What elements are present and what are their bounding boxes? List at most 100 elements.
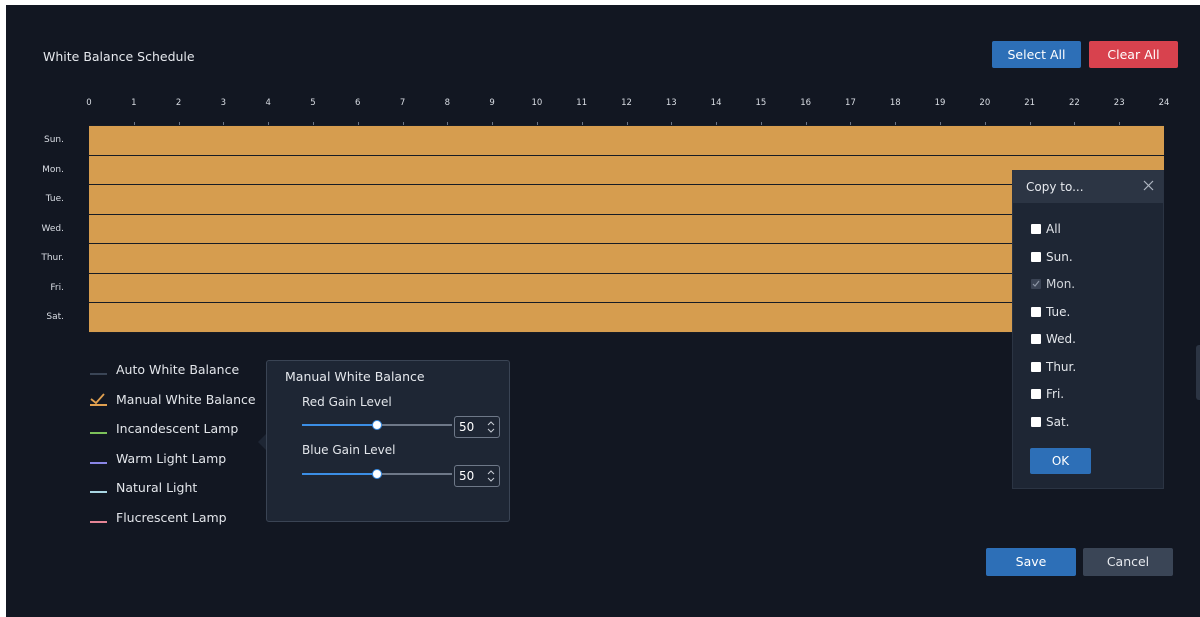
copy-option[interactable]: All (1031, 222, 1061, 236)
legend-item[interactable]: Natural Light (90, 473, 256, 503)
checkbox[interactable] (1031, 416, 1041, 427)
hour-label: 21 (1024, 98, 1036, 108)
legend-label: Incandescent Lamp (116, 421, 239, 437)
day-label: Sun. (44, 135, 64, 145)
schedule-row[interactable] (89, 126, 1164, 156)
legend-label: Flucrescent Lamp (116, 509, 227, 525)
legend-item[interactable]: Warm Light Lamp (90, 444, 256, 474)
hour-label: 15 (755, 98, 767, 108)
blue-gain-knob[interactable] (372, 469, 382, 479)
legend-swatch (90, 491, 107, 494)
copy-option[interactable]: Sun. (1031, 250, 1073, 264)
schedule-row[interactable] (89, 244, 1164, 274)
copy-option-label: All (1046, 222, 1061, 236)
day-label: Tue. (45, 194, 64, 204)
hour-label: 17 (845, 98, 856, 108)
copy-option-label: Sat. (1046, 414, 1070, 429)
hour-label: 5 (310, 98, 316, 108)
schedule-row[interactable] (89, 273, 1164, 303)
panel-pointer (258, 434, 266, 450)
hour-label: 7 (399, 98, 406, 108)
cancel-button[interactable]: Cancel (1083, 548, 1173, 576)
legend-item[interactable]: Incandescent Lamp (90, 414, 256, 444)
copy-option-label: Tue. (1046, 304, 1071, 319)
hour-label: 3 (220, 98, 227, 108)
checkbox[interactable] (1031, 306, 1041, 317)
red-gain-slider[interactable] (302, 418, 452, 432)
hour-label: 18 (889, 98, 901, 108)
hour-label: 8 (444, 98, 451, 108)
checkbox[interactable] (1031, 334, 1041, 344)
select-all-button[interactable]: Select All (992, 41, 1081, 68)
day-label: Wed. (41, 223, 64, 234)
copy-option-label: Fri. (1046, 387, 1065, 401)
schedule-row[interactable] (89, 214, 1164, 244)
checkbox[interactable] (1031, 224, 1041, 234)
legend-item[interactable]: Auto White Balance (90, 355, 256, 385)
hour-label: 14 (710, 98, 722, 108)
checkbox[interactable] (1031, 251, 1041, 262)
hour-label: 2 (175, 98, 182, 108)
checkbox[interactable] (1031, 361, 1041, 372)
copy-to-header: Copy to... (1013, 171, 1163, 203)
side-panel-handle[interactable] (1196, 345, 1200, 400)
legend-item[interactable]: Manual White Balance (90, 385, 256, 415)
stepper-arrows-icon[interactable] (486, 466, 496, 486)
hour-label: 12 (621, 98, 632, 108)
legend-item[interactable]: Flucrescent Lamp (90, 503, 256, 533)
manual-wb-title: Manual White Balance (285, 369, 425, 384)
copy-option[interactable]: Fri. (1031, 387, 1064, 401)
copy-option-label: Mon. (1046, 277, 1076, 291)
blue-gain-fill (302, 473, 377, 475)
white-balance-schedule-screen: White Balance Schedule Select All Clear … (6, 5, 1200, 617)
checkbox[interactable] (1031, 389, 1041, 399)
schedule-row[interactable] (89, 155, 1164, 185)
legend-label: Manual White Balance (116, 391, 256, 407)
manual-white-balance-panel: Manual White Balance Red Gain Level 50 B… (266, 360, 510, 522)
hour-label: 22 (1068, 98, 1080, 108)
red-gain-knob[interactable] (372, 420, 382, 430)
copy-option[interactable]: Sat. (1031, 415, 1070, 429)
schedule-row[interactable] (89, 185, 1164, 215)
blue-gain-value[interactable]: 50 (459, 469, 474, 483)
hour-label: 23 (1113, 98, 1125, 108)
page-title: White Balance Schedule (43, 49, 195, 64)
copy-option: Mon. (1031, 277, 1075, 291)
copy-to-dialog: Copy to... All Sun. Mon. Tue. Wed. Thur. Fri. S… (1012, 170, 1164, 489)
stepper-arrows-icon[interactable] (486, 417, 496, 437)
copy-option-label: Thur. (1046, 359, 1077, 374)
legend-swatch (90, 432, 107, 435)
schedule-grid[interactable] (89, 125, 1164, 333)
save-button[interactable]: Save (986, 548, 1076, 576)
schedule-row[interactable] (89, 303, 1164, 333)
blue-gain-label: Blue Gain Level (302, 443, 396, 457)
checkmark-icon (90, 392, 107, 407)
day-label: Thur. (41, 253, 64, 263)
legend-label: Warm Light Lamp (116, 450, 227, 466)
hour-label: 9 (489, 98, 495, 108)
hour-label: 6 (355, 98, 361, 108)
hour-label: 1 (131, 98, 137, 108)
close-icon[interactable] (1142, 179, 1155, 192)
legend-swatch (90, 373, 107, 376)
legend-swatch (90, 520, 107, 523)
blue-gain-slider[interactable] (302, 467, 452, 481)
day-label: Fri. (50, 282, 64, 293)
hour-label: 10 (531, 98, 543, 108)
blue-gain-stepper[interactable]: 50 (454, 465, 500, 487)
copy-option[interactable]: Wed. (1031, 332, 1076, 346)
copy-option-label: Sun. (1046, 249, 1073, 264)
day-label: Sat. (46, 312, 64, 322)
legend-swatch (90, 461, 107, 464)
clear-all-button[interactable]: Clear All (1089, 41, 1178, 68)
copy-option[interactable]: Thur. (1031, 360, 1076, 374)
red-gain-stepper[interactable]: 50 (454, 416, 500, 438)
red-gain-value[interactable]: 50 (459, 420, 474, 434)
hour-label: 16 (800, 98, 812, 108)
copy-option[interactable]: Tue. (1031, 305, 1070, 319)
ok-button[interactable]: OK (1030, 448, 1091, 474)
copy-option-label: Wed. (1046, 332, 1076, 346)
hour-label: 4 (265, 98, 271, 108)
checkbox (1031, 279, 1041, 289)
day-label: Mon. (42, 164, 64, 175)
